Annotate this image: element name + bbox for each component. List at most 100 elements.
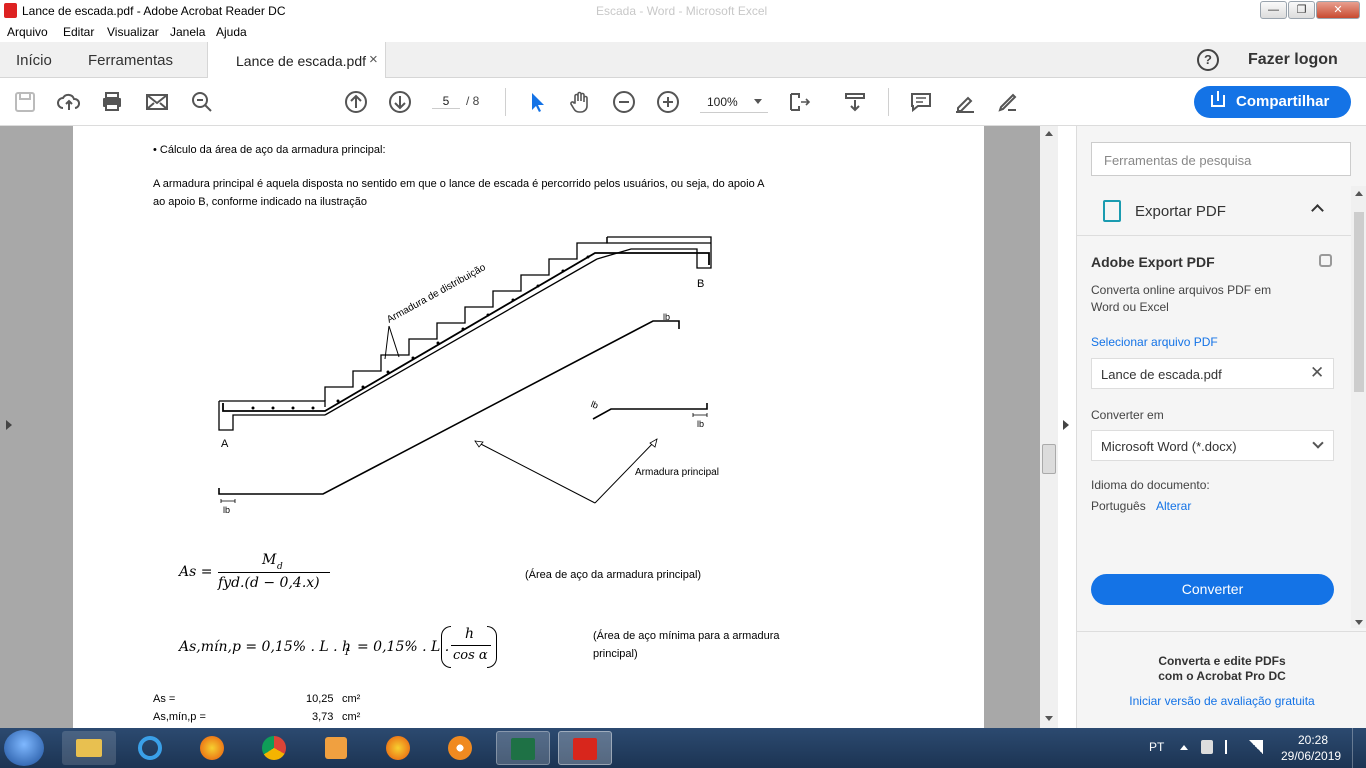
formula2-middle: = 0,15% . L .	[357, 639, 450, 655]
panel-scroll-thumb[interactable]	[1354, 212, 1364, 392]
taskbar-file-explorer-icon[interactable]	[62, 731, 116, 765]
menu-ajuda[interactable]: Ajuda	[216, 25, 247, 39]
previous-page-icon[interactable]	[344, 90, 368, 114]
lb-label-top: lb	[663, 312, 670, 322]
network-signal-icon[interactable]	[1249, 740, 1263, 754]
tab-tools[interactable]: Ferramentas	[88, 52, 173, 69]
menu-janela[interactable]: Janela	[170, 25, 205, 39]
clear-file-icon[interactable]: ✕	[1310, 363, 1324, 383]
scroll-down-icon[interactable]	[1045, 716, 1053, 721]
show-desktop-button[interactable]	[1352, 728, 1366, 768]
tool-search-input[interactable]: Ferramentas de pesquisa	[1091, 142, 1351, 176]
page-fit-icon[interactable]	[788, 90, 812, 114]
upload-cloud-icon[interactable]	[57, 90, 81, 114]
formula1-caption: (Área de aço da armadura principal)	[525, 569, 702, 581]
scroll-thumb[interactable]	[1042, 444, 1056, 474]
comment-icon[interactable]	[909, 90, 933, 114]
tab-close-icon[interactable]: ×	[369, 51, 378, 68]
selected-file-field[interactable]: Lance de escada.pdf ✕	[1091, 358, 1334, 389]
panel-scroll-down-icon[interactable]	[1355, 620, 1363, 625]
save-icon[interactable]	[13, 90, 37, 114]
rebar-dots	[251, 255, 590, 410]
formula2-paren-left	[441, 626, 451, 668]
zoom-in-icon[interactable]	[656, 90, 680, 114]
taskbar-firefox-icon[interactable]	[186, 731, 240, 765]
collapse-left-icon[interactable]	[6, 420, 12, 430]
select-pdf-link[interactable]: Selecionar arquivo PDF	[1091, 335, 1218, 349]
page-number-input[interactable]: 5	[432, 94, 460, 109]
language-change-link[interactable]: Alterar	[1156, 499, 1191, 513]
export-pdf-title: Exportar PDF	[1135, 203, 1226, 220]
formula2-caption-line1: (Área de aço mínima para a armadura	[593, 630, 780, 642]
panel-scroll-up-icon[interactable]	[1355, 191, 1363, 196]
taskbar-media-player-icon[interactable]	[310, 731, 364, 765]
print-icon[interactable]	[100, 90, 124, 114]
tool-search-placeholder: Ferramentas de pesquisa	[1104, 153, 1252, 168]
service-desc-line2: Word ou Excel	[1091, 300, 1169, 314]
email-icon[interactable]	[145, 90, 169, 114]
result-as-unit: cm²	[342, 693, 361, 705]
windows-start-button[interactable]	[4, 730, 44, 766]
share-arrow-icon	[1217, 91, 1219, 101]
hand-tool-icon[interactable]	[568, 90, 592, 114]
minimize-button[interactable]: —	[1260, 1, 1287, 19]
formula2-fraction-bar	[451, 645, 491, 646]
select-cursor-icon[interactable]	[525, 90, 549, 114]
clock-date[interactable]: 29/06/2019	[1281, 749, 1341, 763]
formula2-frac-den: cos α	[453, 648, 488, 663]
tab-document[interactable]: Lance de escada.pdf ×	[207, 42, 386, 79]
toolbar: 5 / 8 100%	[0, 78, 1366, 126]
lb-label-mid: lb	[697, 419, 704, 429]
next-page-icon[interactable]	[388, 90, 412, 114]
expand-right-panel-icon[interactable]	[1063, 420, 1069, 430]
export-pdf-header[interactable]: Exportar PDF	[1077, 186, 1351, 236]
formula2-frac-num: h	[465, 626, 475, 642]
highlight-pen-icon[interactable]	[953, 90, 977, 114]
formula1-lhs: As =	[179, 564, 213, 580]
formula1-numerator-sub: d	[277, 562, 283, 572]
search-zoom-icon[interactable]	[190, 90, 214, 114]
trial-link[interactable]: Iniciar versão de avaliação gratuita	[1077, 694, 1366, 708]
menu-arquivo[interactable]: Arquivo	[7, 25, 48, 39]
distribution-label: Armadura de distribuição	[385, 262, 488, 326]
formula1-numerator: M	[262, 552, 277, 568]
help-icon[interactable]: ?	[1197, 49, 1219, 71]
convert-format-select[interactable]: Microsoft Word (*.docx)	[1091, 430, 1334, 461]
menu-editar[interactable]: Editar	[63, 25, 94, 39]
taskbar-firefox-2-icon[interactable]	[372, 731, 426, 765]
login-button[interactable]: Fazer logon	[1248, 51, 1338, 69]
chevron-up-icon[interactable]	[1311, 204, 1324, 217]
zoom-level-select[interactable]: 100%	[700, 91, 768, 113]
convert-format-value: Microsoft Word (*.docx)	[1101, 439, 1237, 454]
scroll-mode-icon[interactable]	[843, 90, 867, 114]
menu-visualizar[interactable]: Visualizar	[107, 25, 159, 39]
taskbar-chrome-icon[interactable]	[248, 731, 302, 765]
promo-line-1: Converta e edite PDFs	[1158, 654, 1286, 668]
maximize-button[interactable]: ❐	[1288, 1, 1315, 19]
cloud-services-icon[interactable]	[1319, 254, 1332, 267]
taskbar-app-icon[interactable]	[434, 731, 488, 765]
show-hidden-icons-icon[interactable]	[1180, 745, 1188, 750]
input-language[interactable]: PT	[1149, 740, 1164, 754]
taskbar-acrobat-icon[interactable]	[558, 731, 612, 765]
lb-label-bottom: lb	[223, 505, 230, 515]
page-total: / 8	[466, 94, 480, 108]
vertical-scrollbar[interactable]	[1040, 126, 1058, 728]
window-title: Lance de escada.pdf - Adobe Acrobat Read…	[22, 4, 286, 18]
taskbar-excel-icon[interactable]	[496, 731, 550, 765]
taskbar-ie-icon[interactable]	[124, 731, 178, 765]
tab-bar: Início Ferramentas ? Fazer logon	[0, 42, 1366, 78]
tab-home[interactable]: Início	[16, 52, 52, 69]
share-button[interactable]: Compartilhar	[1194, 86, 1351, 118]
tray-app-icon[interactable]	[1201, 740, 1213, 754]
convert-button[interactable]: Converter	[1091, 574, 1334, 605]
scroll-up-icon[interactable]	[1045, 131, 1053, 136]
support-a-label: A	[221, 438, 229, 450]
clock-time[interactable]: 20:28	[1298, 733, 1328, 747]
zoom-out-icon[interactable]	[612, 90, 636, 114]
paragraph-line-2: ao apoio B, conforme indicado na ilustra…	[153, 196, 368, 208]
panel-scrollbar[interactable]	[1351, 186, 1366, 628]
action-center-flag-icon[interactable]	[1225, 740, 1235, 754]
close-button[interactable]: ✕	[1316, 1, 1360, 19]
sign-icon[interactable]	[996, 90, 1020, 114]
